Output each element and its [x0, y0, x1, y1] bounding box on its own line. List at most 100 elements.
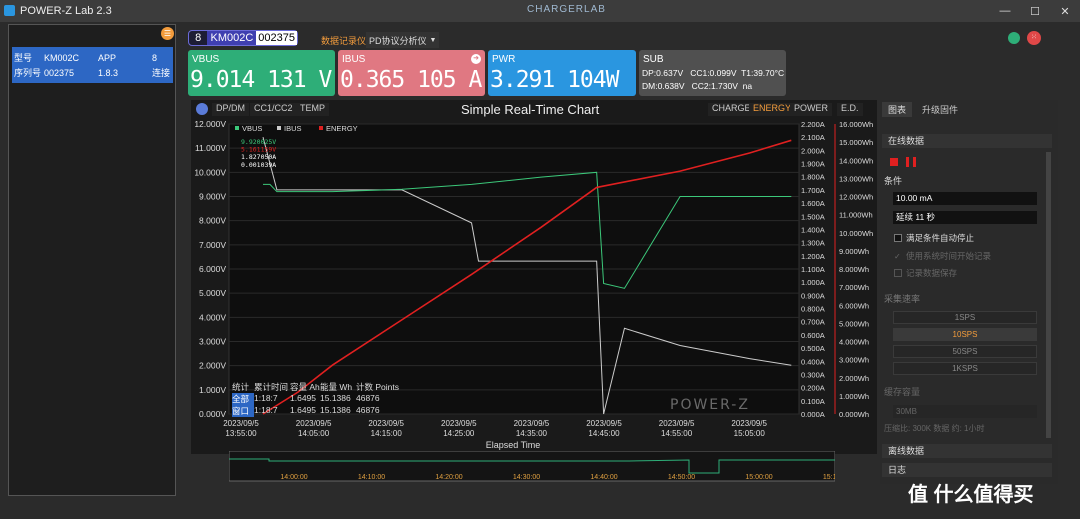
save-data-checkbox[interactable]: 记录数据保存	[894, 267, 957, 279]
stats-cell: 窗口	[232, 405, 254, 417]
y-right-current-tick: 0.700A	[801, 318, 825, 327]
x-tick-date: 2023/09/5	[223, 419, 259, 428]
sps-1-button[interactable]: 1SPS	[893, 311, 1037, 324]
stats-cell: 全部	[232, 393, 254, 405]
overview-tick: 15:10:00	[823, 474, 835, 481]
x-tick-date: 2023/09/5	[441, 419, 477, 428]
x-tick-date: 2023/09/5	[296, 419, 332, 428]
pwr-value: 3.291 104W	[490, 67, 619, 93]
tab-charts[interactable]: 图表	[882, 102, 913, 117]
y-left-tick: 0.000V	[199, 409, 226, 419]
x-tick-time: 14:05:00	[298, 429, 330, 438]
sample-rate-label: 采集速率	[884, 294, 921, 304]
minimize-button[interactable]: —	[990, 0, 1020, 22]
y-right-current-tick: 1.700A	[801, 186, 825, 195]
arrow-right-icon[interactable]: ➜	[471, 54, 481, 64]
overview-tick: 14:50:00	[668, 474, 695, 481]
scrollbar[interactable]	[1046, 152, 1051, 438]
stats-table: 统计 累计时间 容量 Ah 能量 Wh 计数 Points 全部 1:18:7 1.6495…	[232, 381, 400, 417]
y-right-energy-tick: 4.000Wh	[839, 338, 869, 347]
y-right-current-tick: 2.000A	[801, 146, 825, 155]
stats-header-cell: 容量 Ah	[290, 382, 320, 392]
y-left-tick: 4.000V	[199, 312, 226, 322]
overview-strip[interactable]: 14:00:00 14:10:00 14:20:00 14:30:00 14:40:00…	[229, 451, 835, 483]
y-right-current-tick: 1.000A	[801, 278, 825, 287]
check-icon: ✓	[894, 251, 901, 261]
device-menu-icon[interactable]: ☰	[161, 27, 174, 40]
y-right-current-tick: 0.400A	[801, 357, 825, 366]
log-header[interactable]: 日志	[882, 463, 1052, 477]
title-bar: POWER-Z Lab 2.3 CHARGERLAB — ☐ ✕	[0, 0, 1080, 22]
tab-data-logger[interactable]: 数据记录仪	[321, 32, 366, 48]
y-right-current-tick: 1.900A	[801, 160, 825, 169]
overview-tick: 14:40:00	[590, 474, 617, 481]
x-tick-date: 2023/09/5	[514, 419, 550, 428]
y-right-current-tick: 1.400A	[801, 225, 825, 234]
tab-dp-dm[interactable]: DP/DM	[212, 103, 249, 116]
y-right-energy-tick: 1.000Wh	[839, 392, 869, 401]
legend-label: VBUS	[242, 124, 262, 133]
sps-1k-button[interactable]: 1KSPS	[893, 362, 1037, 375]
y-right-current-tick: 1.300A	[801, 239, 825, 248]
sps-10-button[interactable]: 10SPS	[893, 328, 1037, 341]
site-watermark: 值 什么值得买	[908, 484, 1034, 506]
x-tick-time: 15:05:00	[734, 429, 766, 438]
device-tag[interactable]: 8 KM002C 002375	[188, 30, 298, 46]
device-card[interactable]: 型号 KM002C APP 8 序列号 002375 1.8.3 连接	[12, 47, 173, 83]
device-list-pane: ☰ 型号 KM002C APP 8 序列号 002375 1.8.3 连接	[8, 24, 176, 496]
online-data-header[interactable]: 在线数据	[882, 134, 1052, 148]
y-left-tick: 11.000V	[195, 143, 226, 153]
stats-cell: 15.1386	[320, 393, 351, 403]
chart-settings-icon[interactable]	[196, 103, 208, 115]
y-right-energy-tick: 9.000Wh	[839, 247, 869, 256]
checkbox-icon	[894, 234, 902, 242]
y-left-tick: 10.000V	[194, 167, 226, 177]
y-right-current-tick: 1.500A	[801, 212, 825, 221]
x-tick-date: 2023/09/5	[586, 419, 622, 428]
y-left-tick: 9.000V	[199, 192, 226, 202]
legend-swatch	[319, 126, 323, 130]
system-time-checkbox[interactable]: ✓ 使用系统时间开始记录	[894, 250, 991, 262]
apps-icon[interactable]: ⁙	[1027, 31, 1041, 45]
maximize-button[interactable]: ☐	[1020, 0, 1050, 22]
delay-input[interactable]: 延续 11 秒	[893, 211, 1037, 224]
tab-charge[interactable]: CHARGE	[708, 103, 755, 116]
tab-firmware[interactable]: 升级固件	[916, 102, 964, 117]
pause-button[interactable]	[906, 157, 916, 167]
x-tick-date: 2023/09/5	[659, 419, 695, 428]
y-right-current-tick: 0.800A	[801, 305, 825, 314]
app-icon	[4, 5, 15, 16]
record-button[interactable]	[890, 158, 898, 166]
x-tick-time: 14:55:00	[661, 429, 693, 438]
overview-tick: 14:30:00	[513, 474, 540, 481]
tab-ed[interactable]: E.D.	[837, 103, 863, 116]
checkbox-icon	[894, 269, 902, 277]
vbus-meter: VBUS 9.014 131 V	[188, 50, 335, 96]
device-row-serial: 序列号 002375 1.8.3 连接	[14, 67, 171, 79]
ibus-value: 0.365 105 A	[340, 67, 482, 93]
tab-power[interactable]: POWER	[790, 103, 833, 116]
y-right-energy-tick: 6.000Wh	[839, 301, 869, 310]
x-tick-date: 2023/09/5	[368, 419, 404, 428]
chevron-down-icon: ▼	[429, 36, 437, 44]
tab-pd-analyzer[interactable]: PD协议分析仪 ▼	[366, 32, 440, 48]
offline-data-header[interactable]: 离线数据	[882, 444, 1052, 458]
tab-cc1-cc2[interactable]: CC1/CC2	[250, 103, 297, 116]
device-model: KM002C	[207, 31, 257, 45]
y-right-energy-tick: 3.000Wh	[839, 356, 869, 365]
tab-temp[interactable]: TEMP	[296, 103, 330, 116]
close-button[interactable]: ✕	[1050, 0, 1080, 22]
stats-row: 窗口 1:18:7 1.6495 15.1386 46876	[232, 405, 400, 417]
tab-energy[interactable]: ENERGY	[749, 103, 796, 116]
y-right-energy-tick: 8.000Wh	[839, 265, 869, 274]
sps-50-button[interactable]: 50SPS	[893, 345, 1037, 358]
refresh-icon[interactable]	[1008, 32, 1020, 44]
threshold-input[interactable]: 10.00 mA	[893, 192, 1037, 205]
y-right-energy-tick: 10.000Wh	[839, 229, 873, 238]
y-right-current-tick: 0.900A	[801, 291, 825, 300]
cache-select[interactable]: 30MB	[893, 405, 1037, 418]
auto-stop-checkbox[interactable]: 满足条件自动停止	[894, 232, 974, 244]
y-right-current-tick: 1.200A	[801, 252, 825, 261]
stats-cell: 1.6495	[290, 405, 316, 415]
sub-line2: DM:0.638V CC2:1.730V na	[642, 81, 753, 91]
